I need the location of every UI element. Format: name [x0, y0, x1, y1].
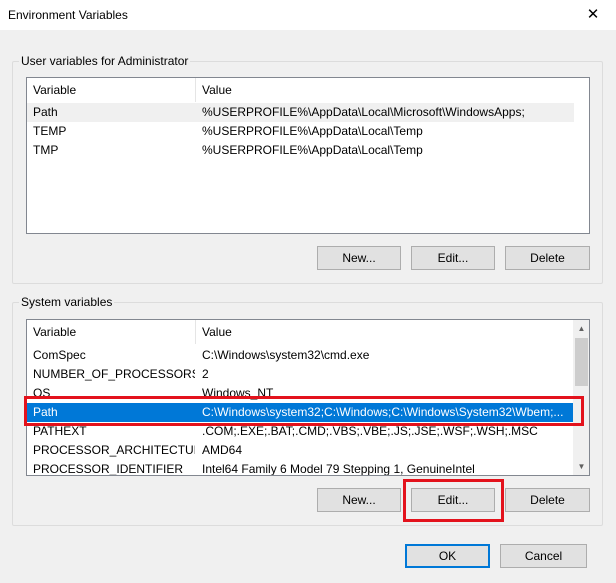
system-new-button[interactable]: New... [317, 488, 401, 512]
system-variable-row[interactable]: PROCESSOR_IDENTIFIER Intel64 Family 6 Mo… [27, 460, 574, 476]
vertical-scrollbar[interactable]: ▲ ▼ [573, 320, 589, 475]
system-variable-row[interactable]: NUMBER_OF_PROCESSORS 2 [27, 365, 574, 384]
system-variable-row-selected[interactable]: Path C:\Windows\system32;C:\Windows;C:\W… [27, 403, 574, 422]
variable-name: PROCESSOR_ARCHITECTURE [33, 443, 195, 457]
system-variable-row[interactable]: OS Windows_NT [27, 384, 574, 403]
variable-name: TMP [33, 143, 59, 157]
window-title: Environment Variables [8, 8, 128, 22]
user-variables-list[interactable]: Variable Value Path %USERPROFILE%\AppDat… [26, 77, 590, 234]
scroll-up-icon[interactable]: ▲ [573, 320, 589, 337]
variable-value: AMD64 [202, 443, 243, 457]
user-edit-button[interactable]: Edit... [411, 246, 495, 270]
system-list-header: Variable Value [27, 320, 589, 344]
system-variables-label: System variables [19, 295, 115, 309]
variable-name: TEMP [33, 124, 67, 138]
ok-button[interactable]: OK [405, 544, 490, 568]
system-variables-list[interactable]: Variable Value ComSpec C:\Windows\system… [26, 319, 590, 476]
scroll-thumb[interactable] [575, 338, 588, 386]
column-header-value[interactable]: Value [196, 78, 589, 102]
title-bar: Environment Variables ✕ [0, 0, 616, 30]
user-variable-row[interactable]: Path %USERPROFILE%\AppData\Local\Microso… [27, 103, 574, 122]
variable-value: C:\Windows\system32\cmd.exe [202, 348, 370, 362]
user-new-button[interactable]: New... [317, 246, 401, 270]
system-variable-row[interactable]: PROCESSOR_ARCHITECTURE AMD64 [27, 441, 574, 460]
variable-value: Intel64 Family 6 Model 79 Stepping 1, Ge… [202, 462, 475, 476]
cancel-button[interactable]: Cancel [500, 544, 587, 568]
variable-name: NUMBER_OF_PROCESSORS [33, 367, 195, 381]
variable-value: C:\Windows\system32;C:\Windows;C:\Window… [202, 405, 564, 419]
variable-value: Windows_NT [202, 386, 274, 400]
variable-value: %USERPROFILE%\AppData\Local\Microsoft\Wi… [202, 105, 525, 119]
variable-name: PATHEXT [33, 424, 87, 438]
system-variable-row[interactable]: PATHEXT .COM;.EXE;.BAT;.CMD;.VBS;.VBE;.J… [27, 422, 574, 441]
user-list-header: Variable Value [27, 78, 589, 102]
user-variable-row[interactable]: TMP %USERPROFILE%\AppData\Local\Temp [27, 141, 574, 160]
user-variables-label: User variables for Administrator [19, 54, 191, 68]
column-header-variable[interactable]: Variable [27, 78, 195, 102]
system-variable-row[interactable]: ComSpec C:\Windows\system32\cmd.exe [27, 346, 574, 365]
variable-name: PROCESSOR_IDENTIFIER [33, 462, 184, 476]
user-variable-row[interactable]: TEMP %USERPROFILE%\AppData\Local\Temp [27, 122, 574, 141]
variable-value: .COM;.EXE;.BAT;.CMD;.VBS;.VBE;.JS;.JSE;.… [202, 424, 538, 438]
variable-name: ComSpec [33, 348, 86, 362]
variable-value: %USERPROFILE%\AppData\Local\Temp [202, 124, 423, 138]
column-header-variable[interactable]: Variable [27, 320, 195, 344]
variable-name: Path [33, 105, 58, 119]
scroll-down-icon[interactable]: ▼ [573, 458, 589, 475]
system-delete-button[interactable]: Delete [505, 488, 590, 512]
variable-value: %USERPROFILE%\AppData\Local\Temp [202, 143, 423, 157]
variable-name: Path [33, 405, 58, 419]
variable-name: OS [33, 386, 51, 400]
column-header-value[interactable]: Value [196, 320, 574, 344]
close-icon[interactable]: ✕ [570, 0, 616, 30]
variable-value: 2 [202, 367, 209, 381]
user-delete-button[interactable]: Delete [505, 246, 590, 270]
system-edit-button[interactable]: Edit... [411, 488, 495, 512]
